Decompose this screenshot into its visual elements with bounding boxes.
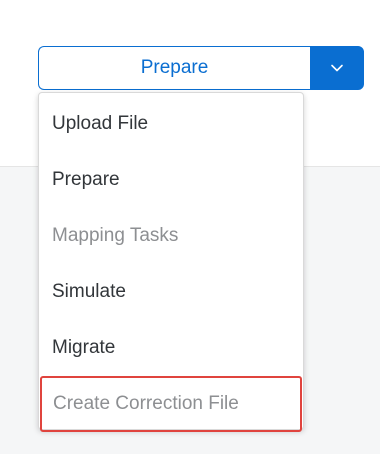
menu-item-label: Create Correction File <box>53 393 239 414</box>
menu-item-label: Mapping Tasks <box>52 225 179 246</box>
menu-item-mapping-tasks: Mapping Tasks <box>39 208 303 264</box>
menu-item-create-correction-file: Create Correction File <box>40 376 302 432</box>
chevron-down-icon <box>330 61 344 75</box>
menu-item-label: Prepare <box>52 169 120 190</box>
menu-item-label: Migrate <box>52 337 116 358</box>
menu-item-label: Upload File <box>52 113 149 134</box>
prepare-dropdown-menu: Upload File Prepare Mapping Tasks Simula… <box>38 92 304 432</box>
menu-item-label: Simulate <box>52 281 126 302</box>
prepare-button-label: Prepare <box>140 57 209 78</box>
dropdown-toggle-button[interactable] <box>310 46 364 90</box>
prepare-split-button: Prepare <box>38 46 364 90</box>
menu-item-prepare[interactable]: Prepare <box>39 152 303 208</box>
prepare-button[interactable]: Prepare <box>38 46 310 90</box>
menu-item-upload-file[interactable]: Upload File <box>39 96 303 152</box>
menu-item-simulate[interactable]: Simulate <box>39 264 303 320</box>
menu-item-migrate[interactable]: Migrate <box>39 320 303 376</box>
